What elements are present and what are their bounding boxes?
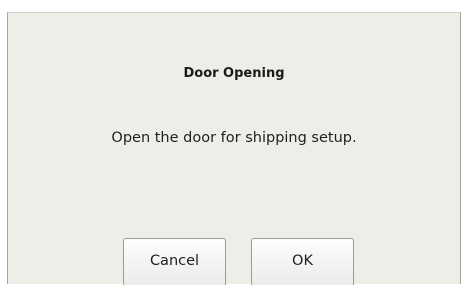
- door-opening-dialog: Door Opening Open the door for shipping …: [7, 12, 461, 285]
- cancel-button[interactable]: Cancel: [123, 238, 226, 285]
- dialog-title: Door Opening: [183, 66, 285, 81]
- dialog-message: Open the door for shipping setup.: [111, 130, 357, 146]
- ok-button[interactable]: OK: [251, 238, 354, 285]
